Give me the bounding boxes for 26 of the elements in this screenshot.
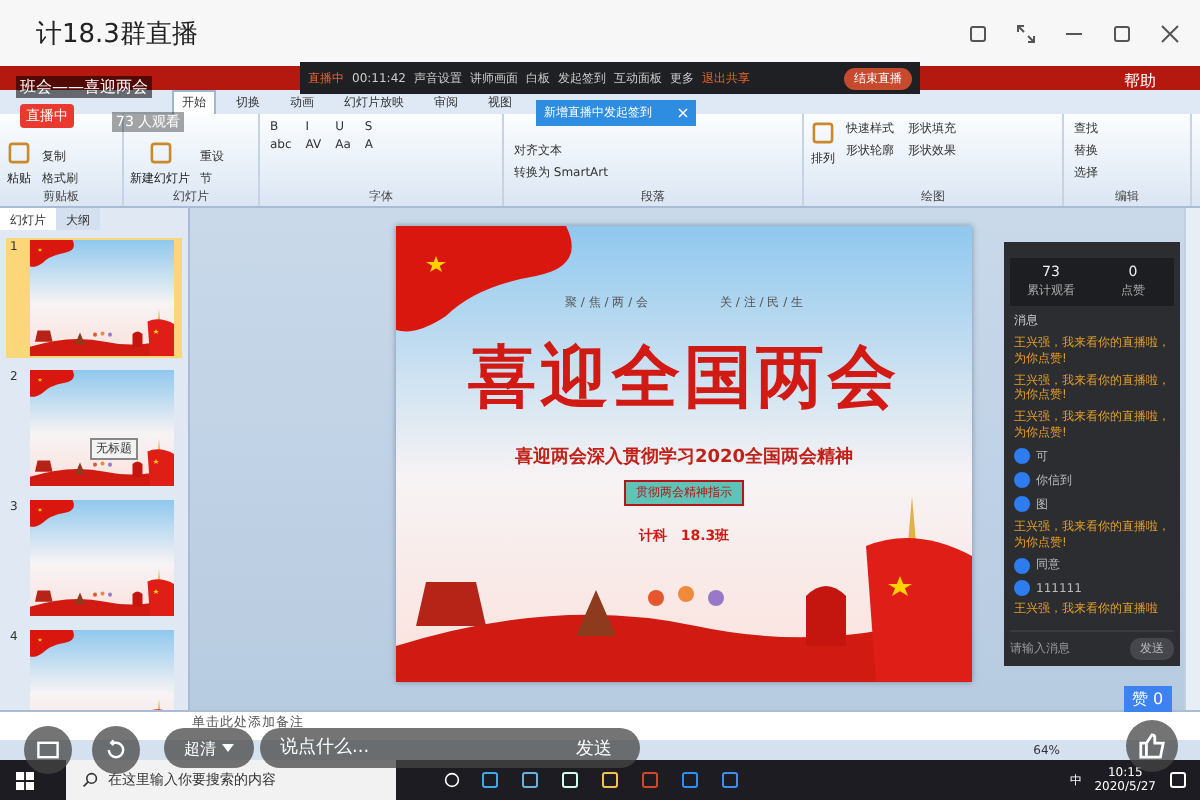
windows-icon[interactable] (16, 771, 34, 789)
window-title: 计18.3群直播 (36, 17, 200, 51)
fullscreen-icon[interactable] (1016, 23, 1036, 43)
search-icon (82, 772, 98, 788)
slide-thumbnail[interactable] (30, 500, 174, 616)
screen-icon (36, 738, 60, 762)
comment-send-button[interactable]: 发送 (564, 733, 624, 763)
like-count: 赞 0 (1124, 686, 1172, 712)
help-label[interactable]: 帮助 (1124, 70, 1156, 92)
tool-icon (810, 120, 836, 146)
quality-button[interactable]: 超清 (164, 728, 254, 768)
slide-thumbnail[interactable] (30, 370, 174, 486)
scrollbar[interactable] (1184, 208, 1200, 710)
rotate-icon (104, 738, 128, 762)
tool-icon (6, 140, 32, 166)
thumbs-up-icon (1138, 732, 1166, 760)
close-icon[interactable] (1160, 23, 1180, 43)
slide-subtitle: 喜迎两会深入贯彻学习2020全国两会精神 (514, 444, 854, 470)
slide-thumbnail[interactable] (30, 240, 174, 356)
task-view-icon[interactable] (444, 772, 460, 788)
tool-icon (147, 140, 173, 166)
live-topic: 班会——喜迎两会 (16, 76, 152, 98)
maximize-icon (1112, 23, 1132, 43)
comment-field[interactable]: 说点什么... 发送 (260, 728, 640, 768)
caret-icon (222, 744, 234, 752)
slide-title: 喜迎全国两会 (468, 336, 900, 422)
